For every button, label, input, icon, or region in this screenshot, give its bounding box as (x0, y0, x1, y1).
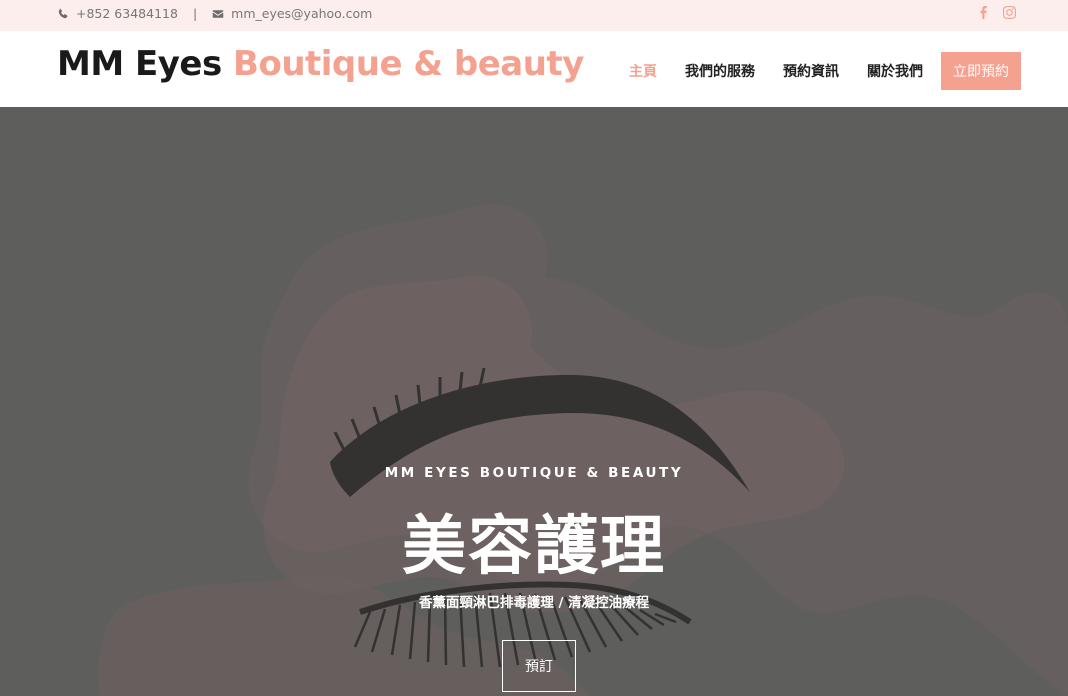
contact-separator: | (192, 6, 198, 21)
social-links (977, 0, 1016, 27)
phone-number[interactable]: +852 63484118 (76, 6, 178, 21)
hero-kicker: MM EYES BOUTIQUE & BEAUTY (384, 465, 684, 481)
nav-booking-info[interactable]: 預約資訊 (783, 61, 839, 81)
contact-info: +852 63484118 | mm_eyes@yahoo.com (57, 0, 372, 27)
nav-home[interactable]: 主頁 (629, 61, 657, 81)
hero-subheadline: 香薰面頸淋巴排毒護理 / 清凝控油療程 (418, 595, 650, 611)
phone-icon (57, 8, 69, 20)
hero-banner: MM EYES BOUTIQUE & BEAUTY 美容護理 香薰面頸淋巴排毒護… (0, 107, 1068, 696)
hero-book-button[interactable]: 預訂 (502, 640, 576, 692)
logo-text-tagline: Boutique & beauty (233, 44, 584, 84)
book-now-button[interactable]: 立即預約 (941, 52, 1021, 90)
site-header: MM Eyes Boutique & beauty 主頁 我們的服務 預約資訊 … (0, 31, 1068, 107)
email-address[interactable]: mm_eyes@yahoo.com (231, 6, 372, 21)
logo-text-brand: MM Eyes (57, 44, 222, 84)
nav-services[interactable]: 我們的服務 (685, 61, 755, 81)
main-nav: 主頁 我們的服務 預約資訊 關於我們 立即預約 (629, 52, 1021, 90)
hero-content: MM EYES BOUTIQUE & BEAUTY 美容護理 香薰面頸淋巴排毒護… (0, 107, 1068, 696)
hero-headline: 美容護理 (402, 510, 666, 584)
top-bar: +852 63484118 | mm_eyes@yahoo.com (0, 0, 1068, 31)
mail-icon (212, 8, 224, 20)
instagram-icon[interactable] (1003, 4, 1016, 23)
facebook-icon[interactable] (977, 4, 990, 23)
site-logo[interactable]: MM Eyes Boutique & beauty (57, 44, 584, 84)
nav-about[interactable]: 關於我們 (867, 61, 923, 81)
